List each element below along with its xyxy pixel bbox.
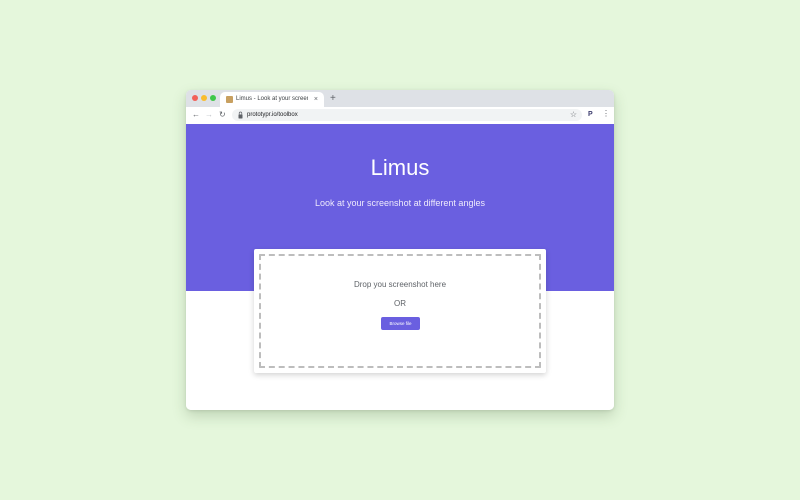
reload-icon[interactable]: ↻ bbox=[219, 110, 226, 120]
page-subtitle: Look at your screenshot at different ang… bbox=[315, 198, 485, 208]
page-content: Limus Look at your screenshot at differe… bbox=[186, 124, 614, 410]
page-title: Limus bbox=[370, 155, 430, 180]
maximize-window-icon[interactable] bbox=[210, 95, 216, 101]
minimize-window-icon[interactable] bbox=[201, 95, 207, 101]
close-window-icon[interactable] bbox=[192, 95, 198, 101]
back-icon[interactable]: ← bbox=[192, 110, 200, 120]
or-separator: OR bbox=[394, 299, 406, 308]
drop-zone[interactable]: Drop you screenshot here OR Browse file bbox=[259, 254, 541, 368]
tab-close-icon[interactable]: × bbox=[314, 95, 318, 104]
address-bar[interactable]: prototypr.io/toolbox ☆ bbox=[232, 109, 582, 121]
drop-instruction: Drop you screenshot here bbox=[353, 280, 447, 289]
browser-window: Limus - Look at your screenshot × + ← → … bbox=[186, 90, 614, 410]
tab-strip: Limus - Look at your screenshot × + bbox=[186, 90, 614, 107]
star-icon[interactable]: ☆ bbox=[570, 110, 577, 120]
new-tab-icon[interactable]: + bbox=[330, 93, 336, 104]
extension-icon[interactable]: P bbox=[588, 110, 593, 120]
browse-file-button[interactable]: Browse file bbox=[381, 317, 420, 330]
upload-card: Drop you screenshot here OR Browse file bbox=[254, 249, 546, 373]
browser-toolbar: ← → ↻ prototypr.io/toolbox ☆ P ⋮ bbox=[186, 107, 614, 125]
forward-icon[interactable]: → bbox=[205, 110, 213, 120]
lock-icon bbox=[238, 111, 243, 119]
menu-icon[interactable]: ⋮ bbox=[602, 109, 610, 119]
browser-tab[interactable]: Limus - Look at your screenshot × bbox=[220, 92, 324, 107]
favicon-icon bbox=[226, 96, 233, 103]
url-text: prototypr.io/toolbox bbox=[247, 112, 298, 118]
tab-title: Limus - Look at your screenshot bbox=[236, 96, 308, 102]
